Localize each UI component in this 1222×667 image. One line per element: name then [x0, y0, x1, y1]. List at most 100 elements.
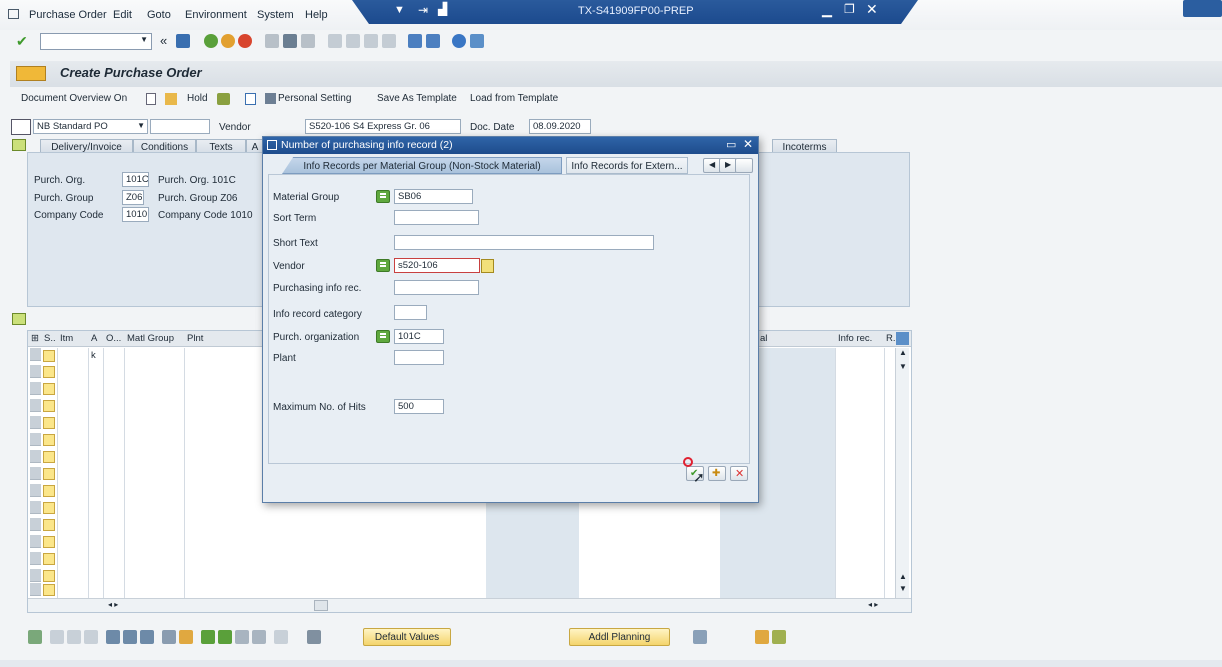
hold-button[interactable]: Hold	[187, 93, 208, 104]
row-checkbox[interactable]	[43, 366, 55, 378]
expand-header-icon[interactable]	[12, 139, 26, 151]
row-checkbox[interactable]	[43, 451, 55, 463]
default-values-button[interactable]: Default Values	[363, 628, 451, 646]
row-selector[interactable]	[30, 467, 41, 480]
help-icon[interactable]	[452, 34, 466, 48]
row-checkbox[interactable]	[43, 400, 55, 412]
save-icon[interactable]	[176, 34, 190, 48]
sort-ascending-icon[interactable]	[201, 630, 215, 644]
first-page-icon[interactable]	[328, 34, 342, 48]
po-number-field[interactable]	[150, 119, 210, 134]
purchasing-info-rec-field[interactable]	[394, 280, 479, 295]
max-hits-field[interactable]: 500	[394, 399, 444, 414]
command-field[interactable]: ▼	[40, 33, 152, 50]
row-selector[interactable]	[30, 365, 41, 378]
row-checkbox[interactable]	[43, 350, 55, 362]
cancel-icon[interactable]	[238, 34, 252, 48]
lock-icon[interactable]	[123, 630, 137, 644]
row-checkbox[interactable]	[43, 468, 55, 480]
copy-icon[interactable]	[162, 630, 176, 644]
shortcut-icon[interactable]	[426, 34, 440, 48]
info-icon[interactable]	[245, 93, 256, 105]
row-checkbox[interactable]	[43, 536, 55, 548]
col-header-o[interactable]: O...	[106, 333, 121, 344]
find-icon[interactable]	[283, 34, 297, 48]
row-checkbox[interactable]	[43, 553, 55, 565]
save-as-template-button[interactable]: Save As Template	[377, 93, 457, 104]
dialog-menu-icon[interactable]	[267, 140, 277, 150]
row-selector[interactable]	[30, 583, 41, 596]
multiple-selection-icon[interactable]	[376, 330, 390, 343]
restore-icon[interactable]: ❐	[844, 2, 855, 16]
document-overview-button[interactable]: Document Overview On	[21, 93, 127, 104]
right-corner-button[interactable]	[1183, 0, 1222, 17]
minimize-icon[interactable]: ▁	[822, 2, 832, 18]
material-group-field[interactable]: SB06	[394, 189, 473, 204]
row-selector[interactable]	[30, 501, 41, 514]
pin-icon[interactable]: ⇥	[418, 3, 428, 17]
row-checkbox[interactable]	[43, 519, 55, 531]
find-next-icon[interactable]	[301, 34, 315, 48]
row-selector[interactable]	[30, 518, 41, 531]
vendor-field[interactable]: s520-106	[394, 258, 480, 273]
short-text-field[interactable]	[394, 235, 654, 250]
chevron-down-icon[interactable]: ▼	[394, 4, 405, 16]
purch-organization-field[interactable]: 101C	[394, 329, 444, 344]
filter-icon[interactable]	[235, 630, 249, 644]
details-icon[interactable]	[28, 630, 42, 644]
minimize-icon[interactable]: ▭	[726, 138, 736, 151]
sort-term-field[interactable]	[394, 210, 479, 225]
row-checkbox[interactable]	[43, 434, 55, 446]
vertical-scrollbar[interactable]: ▲ ▼ ▲ ▼	[895, 348, 909, 598]
row-selector[interactable]	[30, 450, 41, 463]
purch-group-field[interactable]: Z06	[122, 190, 144, 205]
toolbar-icon[interactable]	[50, 630, 64, 644]
search-help-icon[interactable]	[481, 259, 494, 273]
unlock-icon[interactable]	[140, 630, 154, 644]
column-chooser-icon[interactable]	[896, 332, 909, 345]
load-from-template-button[interactable]: Load from Template	[470, 93, 558, 104]
layout-icon[interactable]	[470, 34, 484, 48]
multiple-selection-icon[interactable]	[376, 190, 390, 203]
row-selector[interactable]	[30, 552, 41, 565]
addl-planning-button[interactable]: Addl Planning	[569, 628, 670, 646]
row-checkbox[interactable]	[43, 570, 55, 582]
row-selector[interactable]	[30, 399, 41, 412]
toolbar-icon[interactable]	[274, 630, 288, 644]
horizontal-scrollbar[interactable]: ◂ ▸ ◂ ▸	[28, 598, 911, 612]
open-document-icon[interactable]	[165, 93, 177, 105]
row-selector[interactable]	[30, 382, 41, 395]
cancel-button[interactable]: ✕	[730, 466, 748, 481]
plant-field[interactable]	[394, 350, 444, 365]
col-header-s[interactable]: S..	[44, 333, 56, 344]
row-checkbox[interactable]	[43, 383, 55, 395]
col-header-a[interactable]: A	[91, 333, 97, 344]
vendor-field[interactable]: S520-106 S4 Express Gr. 06	[305, 119, 461, 134]
close-icon[interactable]: ✕	[743, 137, 753, 151]
menu-edit[interactable]: Edit	[113, 9, 132, 21]
menu-purchase-order[interactable]: Purchase Order	[29, 9, 107, 21]
close-icon[interactable]: ✕	[866, 1, 878, 18]
new-document-icon[interactable]	[146, 93, 156, 105]
personal-setting-button[interactable]: Personal Setting	[278, 93, 351, 104]
tab-info-records-external[interactable]: Info Records for Extern...	[566, 157, 688, 174]
new-session-icon[interactable]	[408, 34, 422, 48]
menu-goto[interactable]: Goto	[147, 9, 171, 21]
row-selector[interactable]	[30, 535, 41, 548]
check-icon[interactable]	[217, 93, 230, 105]
expand-items-icon[interactable]	[12, 313, 26, 325]
cart-icon[interactable]	[11, 119, 31, 135]
table-config-icon[interactable]: ⊞	[31, 333, 39, 344]
row-selector[interactable]	[30, 569, 41, 582]
transaction-icon[interactable]	[16, 66, 46, 81]
next-page-icon[interactable]	[364, 34, 378, 48]
tab-list-icon[interactable]	[735, 158, 753, 173]
row1-a-cell[interactable]: k	[91, 350, 96, 361]
chevron-down-icon[interactable]: ▼	[137, 121, 145, 130]
toolbar-icon[interactable]	[84, 630, 98, 644]
print-icon[interactable]	[265, 34, 279, 48]
app-menu-icon[interactable]	[8, 9, 19, 19]
prev-page-icon[interactable]	[346, 34, 360, 48]
planning-icon[interactable]	[693, 630, 707, 644]
purch-org-field[interactable]: 101C	[122, 172, 149, 187]
